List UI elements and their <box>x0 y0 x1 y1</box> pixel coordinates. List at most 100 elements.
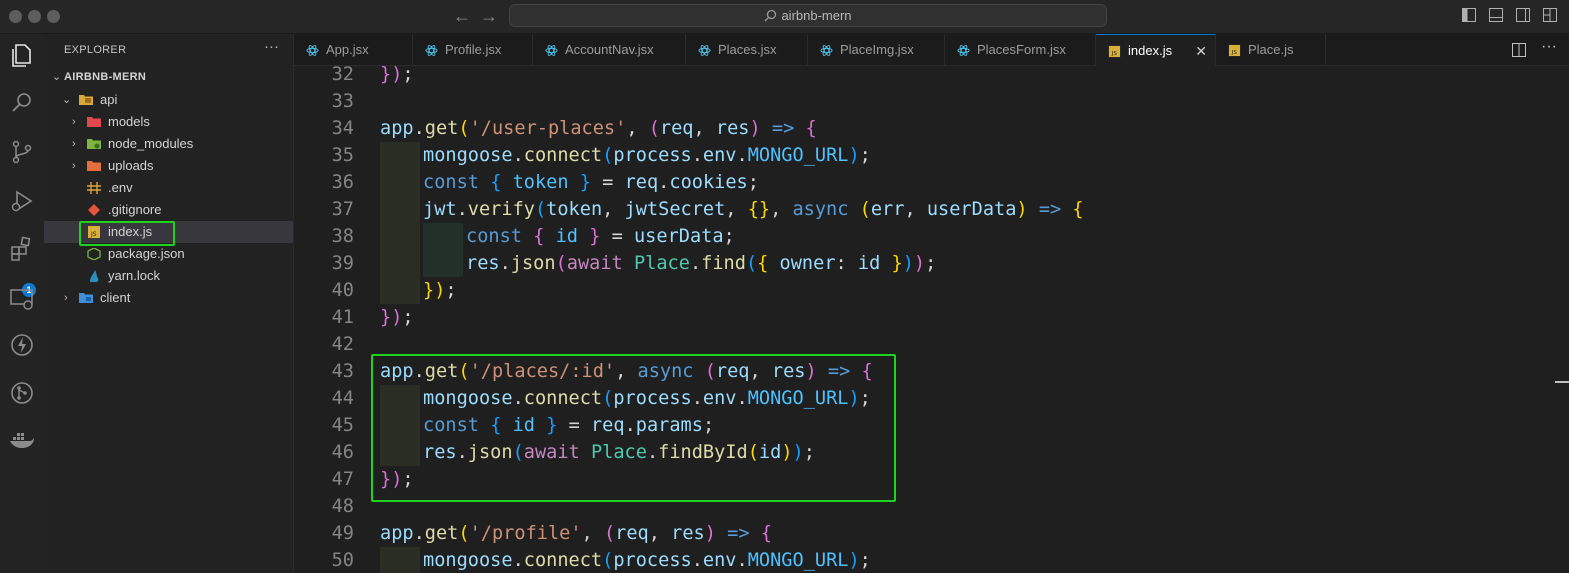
code-text: }); <box>423 277 457 304</box>
explorer-icon[interactable] <box>7 40 37 70</box>
tree-item-package-json[interactable]: package.json <box>44 243 293 265</box>
tree-item-node-modules[interactable]: › node_modules <box>44 133 293 155</box>
code-token: res <box>715 118 750 139</box>
tree-item-yarn-lock[interactable]: yarn.lock <box>44 265 293 287</box>
tree-item-uploads[interactable]: › uploads <box>44 155 293 177</box>
chevron-down-icon: ⌄ <box>62 94 72 106</box>
line-number: 45 <box>331 415 354 436</box>
tree-item-gitignore[interactable]: .gitignore <box>44 199 293 221</box>
code-line[interactable]: 35 mongoose.connect(process.env.MONGO_URL… <box>294 142 1554 169</box>
code-token: { <box>757 253 769 274</box>
code-token: : <box>835 253 858 274</box>
indent-guide <box>380 250 420 277</box>
activity-bar: 1 <box>0 34 44 573</box>
folder-icon <box>87 139 101 149</box>
toggle-panel-icon[interactable] <box>1489 8 1503 22</box>
code-token: async <box>792 199 849 220</box>
line-number: 41 <box>331 307 354 328</box>
remote-explorer-icon[interactable] <box>7 284 37 314</box>
code-line[interactable]: 33 <box>294 88 1554 115</box>
code-line[interactable]: 49 app.get('/profile', (req, res) => { <box>294 520 1554 547</box>
close-window-button[interactable] <box>9 10 22 23</box>
react-icon <box>545 45 558 56</box>
chevron-right-icon: › <box>72 116 76 128</box>
code-line[interactable]: 50 mongoose.connect(process.env.MONGO_URL… <box>294 547 1554 573</box>
code-line[interactable]: 32}); <box>294 66 1554 88</box>
react-icon <box>425 45 438 56</box>
code-line[interactable]: 38 const { id } = userData; <box>294 223 1554 250</box>
forward-arrow-icon[interactable]: → <box>480 5 498 27</box>
tree-item-env[interactable]: .env <box>44 177 293 199</box>
code-token: env <box>702 145 737 166</box>
more-editor-actions-button[interactable]: ··· <box>1541 38 1557 55</box>
code-token: , <box>602 199 625 220</box>
source-control-icon[interactable] <box>7 137 37 167</box>
git-graph-icon[interactable] <box>7 378 37 408</box>
code-token: await <box>566 253 623 274</box>
back-arrow-icon[interactable]: ← <box>453 5 471 27</box>
code-text: const { token } = req.cookies; <box>423 169 759 196</box>
minimize-window-button[interactable] <box>28 10 41 23</box>
command-center-search[interactable]: airbnb-mern <box>509 4 1107 27</box>
explorer-sidebar: EXPLORER ··· ⌄ AIRBNB-MERN ⌄ api › model… <box>44 34 294 573</box>
code-token: const <box>423 172 479 193</box>
more-actions-button[interactable]: ··· <box>264 38 279 55</box>
tab-placesform-jsx[interactable]: PlacesForm.jsx <box>945 34 1096 66</box>
close-tab-icon[interactable]: ✕ <box>1195 35 1207 67</box>
tab-place-js[interactable]: JS Place.js <box>1216 34 1326 66</box>
code-line[interactable]: 39 res.json(await Place.find({ owner: id … <box>294 250 1554 277</box>
code-token: => <box>1038 199 1062 220</box>
code-token: ( <box>555 253 567 274</box>
maximize-window-button[interactable] <box>47 10 60 23</box>
code-line[interactable]: 36 const { token } = req.cookies; <box>294 169 1554 196</box>
root-folder-airbnb-mern[interactable]: ⌄ AIRBNB-MERN <box>44 66 293 88</box>
search-activity-icon[interactable] <box>7 88 37 118</box>
tab-app-jsx[interactable]: App.jsx <box>294 34 413 66</box>
tab-places-jsx[interactable]: Places.jsx <box>686 34 808 66</box>
code-token: res <box>671 523 705 544</box>
title-bar: ← → airbnb-mern <box>0 0 1569 34</box>
code-line[interactable]: 40}); <box>294 277 1554 304</box>
code-token: const <box>466 226 522 247</box>
code-token: , <box>693 118 716 139</box>
code-editor[interactable]: 32}); 33 34 app.get('/user-places', (req, r… <box>294 66 1569 573</box>
code-token: { <box>533 226 545 247</box>
code-token: {} <box>747 199 771 220</box>
tab-index-js[interactable]: JS index.js ✕ <box>1096 34 1216 66</box>
tab-accountnav-jsx[interactable]: AccountNav.jsx <box>533 34 686 66</box>
yarn-file-icon <box>90 270 99 282</box>
code-text: app.get('/user-places', (req, res) => { <box>380 115 817 142</box>
code-token: = <box>600 226 634 247</box>
git-file-icon <box>88 204 100 216</box>
tree-item-models[interactable]: › models <box>44 111 293 133</box>
code-line[interactable]: 41}); <box>294 304 1554 331</box>
toggle-primary-sidebar-icon[interactable] <box>1462 8 1476 22</box>
indent-guide <box>380 142 420 169</box>
code-text: mongoose.connect(process.env.MONGO_URL); <box>423 142 871 169</box>
split-editor-icon[interactable] <box>1512 43 1526 57</box>
line-number: 32 <box>331 66 354 85</box>
tree-item-client[interactable]: › client <box>44 287 293 309</box>
run-and-debug-icon[interactable] <box>7 186 37 216</box>
code-token: env <box>702 550 737 571</box>
extensions-icon[interactable] <box>7 234 37 264</box>
toggle-secondary-sidebar-icon[interactable] <box>1516 8 1530 22</box>
code-token: get <box>424 118 459 139</box>
code-line[interactable]: 37 jwt.verify(token, jwtSecret, {}, async… <box>294 196 1554 223</box>
customize-layout-icon[interactable] <box>1543 8 1557 22</box>
tab-placeimg-jsx[interactable]: PlaceImg.jsx <box>808 34 945 66</box>
code-token: connect <box>523 145 603 166</box>
tree-item-api[interactable]: ⌄ api <box>44 89 293 111</box>
code-token: '/profile' <box>469 523 582 544</box>
indent-guide <box>423 250 463 277</box>
docker-icon[interactable] <box>7 426 37 456</box>
code-token: res <box>466 253 500 274</box>
tab-profile-jsx[interactable]: Profile.jsx <box>413 34 533 66</box>
code-line[interactable]: 34 app.get('/user-places', (req, res) => … <box>294 115 1554 142</box>
thunder-client-icon[interactable] <box>7 330 37 360</box>
code-token: id <box>555 226 578 247</box>
